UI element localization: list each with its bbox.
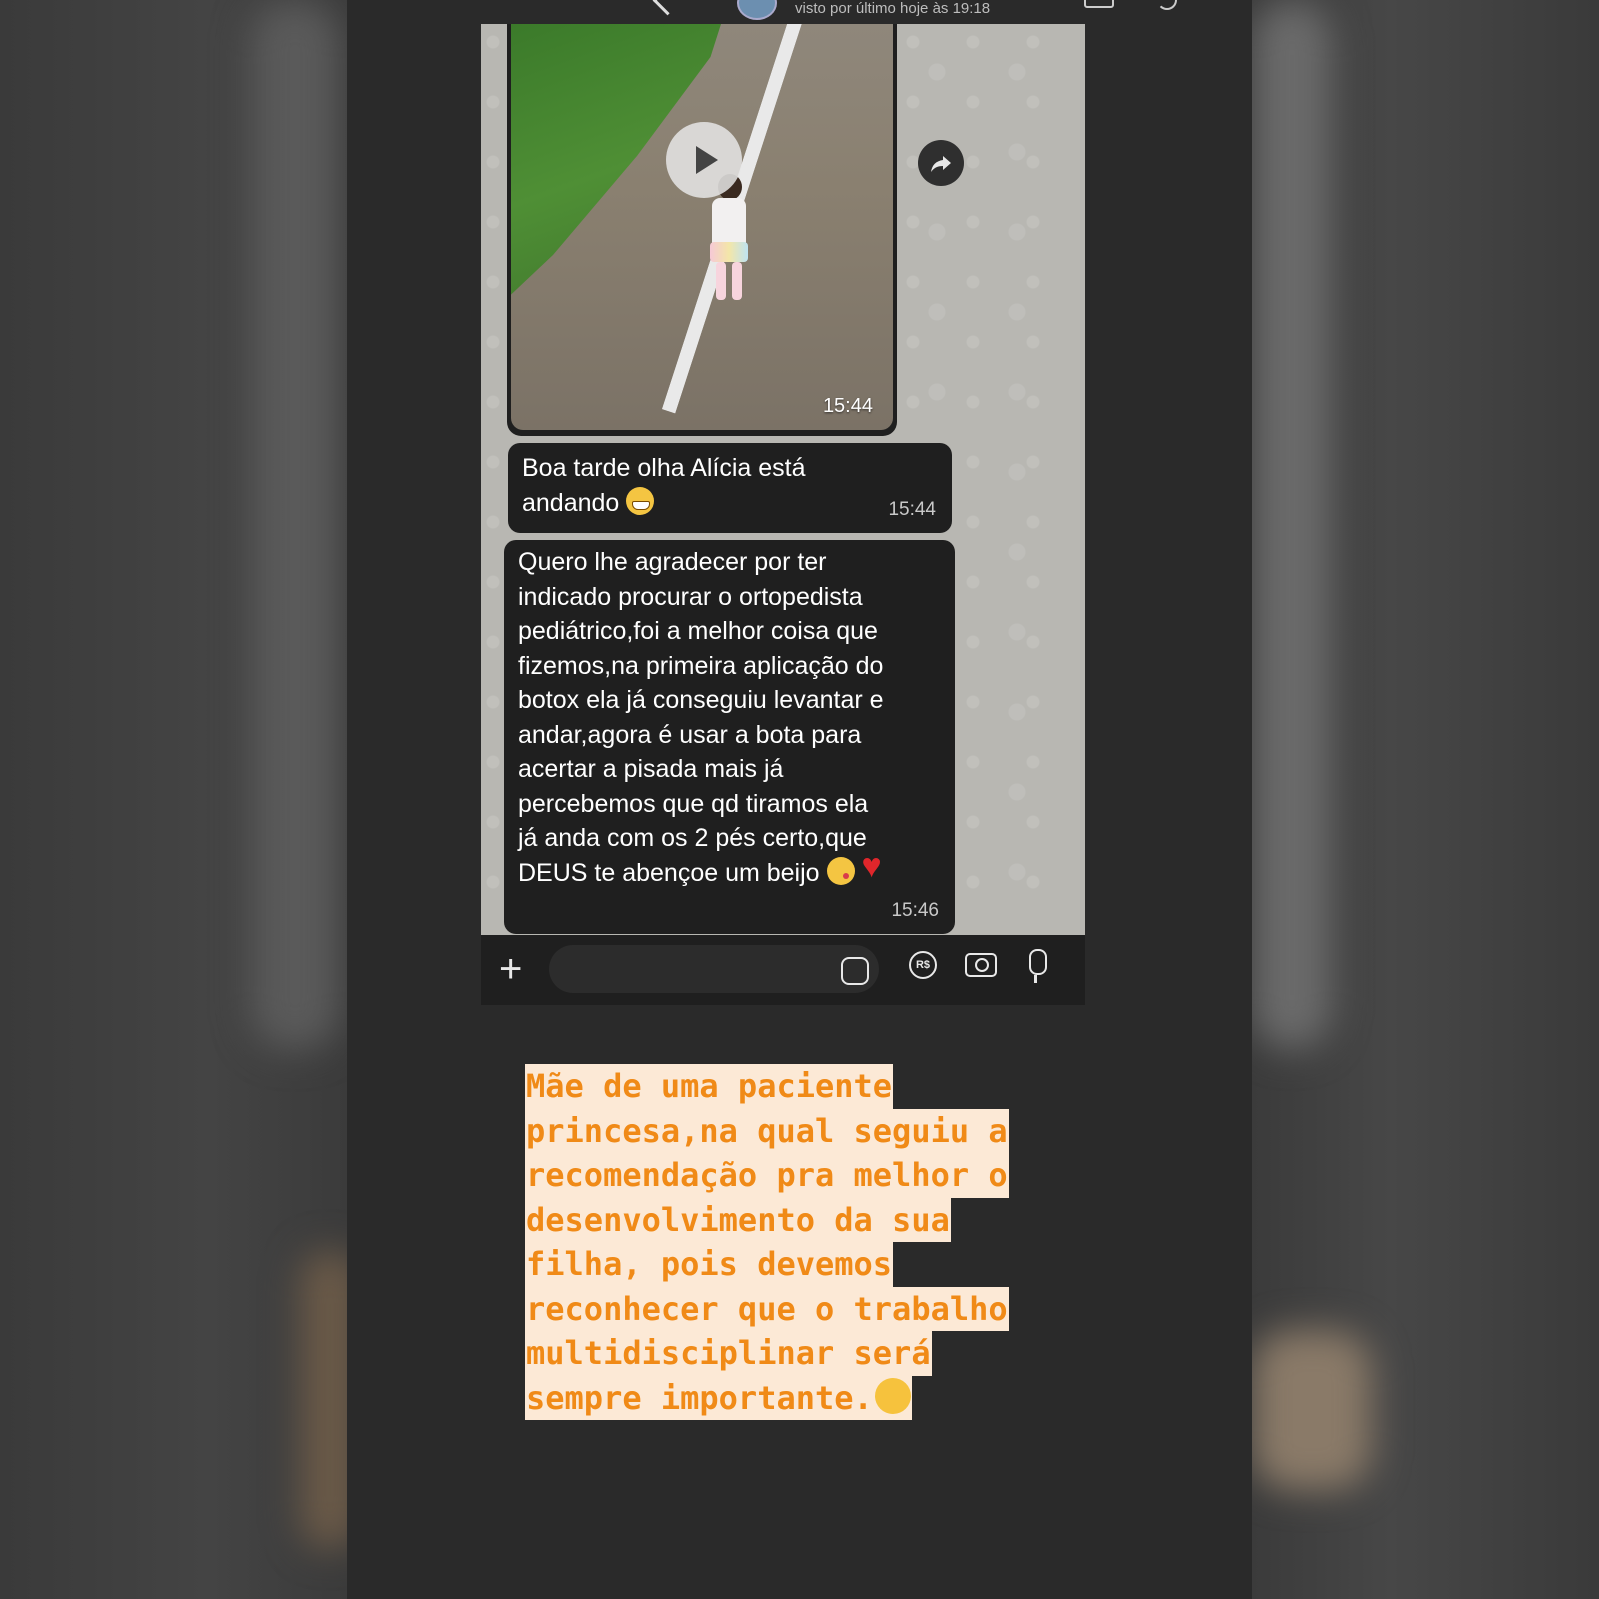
message-timestamp: 15:44 [888,498,936,520]
message-text-line: andando [522,488,620,517]
video-timestamp: 15:44 [822,395,873,417]
story-frame: visto por último hoje às 19:18 15:44 Boa… [347,0,1252,1599]
caption-line: Mãe de uma paciente [525,1064,894,1109]
message-text-line: já anda com os 2 pés certo,que [518,824,867,852]
payment-rs-icon[interactable]: R$ [909,951,937,979]
caption-line: reconhecer que o trabalho [525,1286,1009,1331]
message-text-line: andar,agora é usar a bota para [518,720,862,749]
contact-avatar[interactable] [737,0,777,20]
blurred-background-left [0,0,347,1599]
caption-line: desenvolvimento da sua [525,1197,951,1242]
face-blowing-kiss-icon [826,856,855,885]
message-bubble[interactable]: Quero lhe agradecer por ter indicado pro… [504,540,955,934]
caption-line: sempre importante. [525,1375,874,1420]
video-call-icon[interactable] [1084,0,1114,8]
message-text-line: DEUS te abençoe um beijo [518,858,820,887]
plus-icon[interactable]: + [499,949,522,989]
video-thumbnail: 15:44 [511,24,893,430]
story-caption: Mãe de uma paciente princesa,na qual seg… [525,1064,1125,1420]
message-text-line: botox ela já conseguiu levantar e [518,686,884,714]
payment-label: R$ [915,959,931,971]
smiling-face-icon [874,1377,911,1414]
caption-line: recomendação pra melhor o [525,1153,1009,1198]
last-seen-status: visto por último hoje às 19:18 [795,0,991,17]
forward-icon[interactable] [918,140,964,186]
message-input[interactable] [549,945,879,993]
sticker-icon[interactable] [841,957,869,985]
camera-icon[interactable] [965,953,997,977]
message-input-bar: + R$ [481,935,1085,1005]
phone-call-icon[interactable] [1157,0,1177,10]
message-text-line: pediátrico,foi a melhor coisa que [518,617,878,645]
caption-line: princesa,na qual seguiu a [525,1108,1009,1153]
chat-header: visto por último hoje às 19:18 [492,0,1252,24]
message-timestamp: 15:46 [891,899,939,921]
message-text-line: Quero lhe agradecer por ter [518,548,827,576]
caption-line: filha, pois devemos [525,1242,894,1287]
message-bubble[interactable]: Boa tarde olha Alícia está andando 15:44 [508,443,952,533]
grinning-face-icon [626,486,655,515]
message-text-line: Boa tarde olha Alícia está [522,454,806,482]
message-text-line: acertar a pisada mais já [518,755,784,783]
curb [511,24,805,414]
microphone-icon[interactable] [1029,949,1047,983]
play-icon[interactable] [666,122,742,198]
message-text-line: percebemos que qd tiramos ela [518,789,869,818]
video-message[interactable]: 15:44 [507,24,897,436]
caption-line: multidisciplinar será [525,1331,932,1376]
back-arrow-icon[interactable] [652,0,683,16]
message-text-line: indicado procurar o ortopedista [518,582,863,611]
message-text-line: fizemos,na primeira aplicação do [518,651,884,680]
blurred-background-right [1252,0,1599,1599]
red-heart-icon [861,849,891,885]
